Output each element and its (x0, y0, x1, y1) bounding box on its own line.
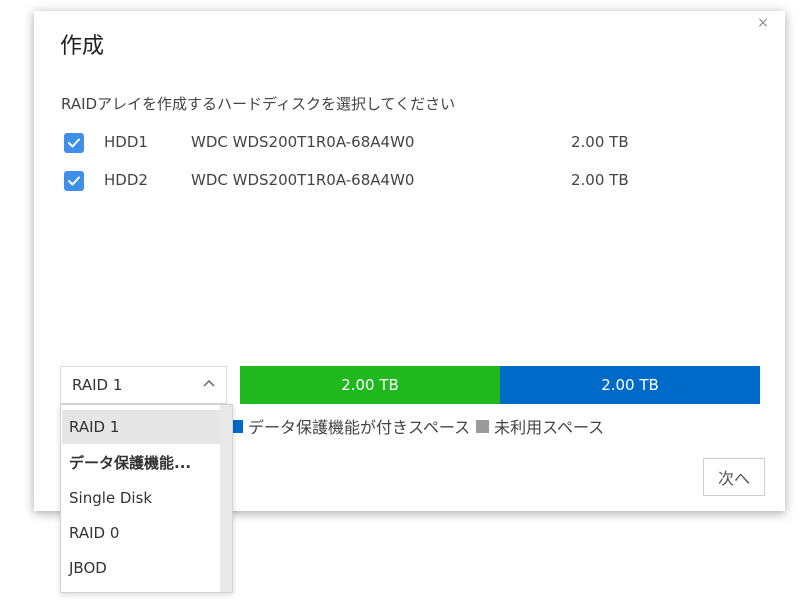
raid-type-dropdown: RAID 1 データ保護機能... Single Disk RAID 0 JBO… (60, 404, 233, 593)
dialog-title: 作成 (60, 34, 105, 59)
raid-type-value: RAID 1 (72, 376, 123, 394)
disk-model: WDC WDS200T1R0A-68A4W0 (191, 133, 415, 151)
disk-checkbox-hdd2[interactable] (64, 171, 84, 191)
capacity-legend: データ保護機能が付きスペース 未利用スペース (230, 414, 610, 438)
legend-label-protected: データ保護機能が付きスペース (248, 418, 471, 437)
disk-checkbox-hdd1[interactable] (64, 133, 84, 153)
dropdown-option-raid0[interactable]: RAID 0 (62, 516, 220, 550)
capacity-bar-protected-segment: 2.00 TB (240, 366, 500, 404)
dropdown-option-single-disk[interactable]: Single Disk (62, 481, 220, 515)
disk-name: HDD2 (104, 171, 148, 189)
chevron-up-icon (203, 379, 215, 387)
legend-label-unused: 未利用スペース (494, 418, 605, 437)
dropdown-group-data-protection: データ保護機能... (69, 454, 192, 472)
dropdown-option-jbod[interactable]: JBOD (62, 551, 220, 585)
disk-size: 2.00 TB (571, 133, 629, 151)
legend-swatch-unused (476, 419, 490, 433)
legend-item-unused: 未利用スペース (476, 414, 604, 438)
instruction-text: RAIDアレイを作成するハードディスクを選択してください (61, 95, 456, 113)
dropdown-option-raid1[interactable]: RAID 1 (62, 410, 220, 444)
disk-size: 2.00 TB (571, 171, 629, 189)
next-button[interactable]: 次へ (703, 458, 765, 496)
raid-type-select[interactable]: RAID 1 (60, 366, 227, 404)
capacity-bar-unused-segment: 2.00 TB (500, 366, 760, 404)
dropdown-scrollbar[interactable] (220, 405, 232, 592)
disk-name: HDD1 (104, 133, 148, 151)
close-icon[interactable]: × (755, 15, 771, 31)
checkmark-icon (68, 138, 80, 148)
capacity-bar: 2.00 TB 2.00 TB (240, 366, 760, 404)
disk-model: WDC WDS200T1R0A-68A4W0 (191, 171, 415, 189)
checkmark-icon (68, 176, 80, 186)
legend-item-protected: データ保護機能が付きスペース (230, 414, 470, 438)
